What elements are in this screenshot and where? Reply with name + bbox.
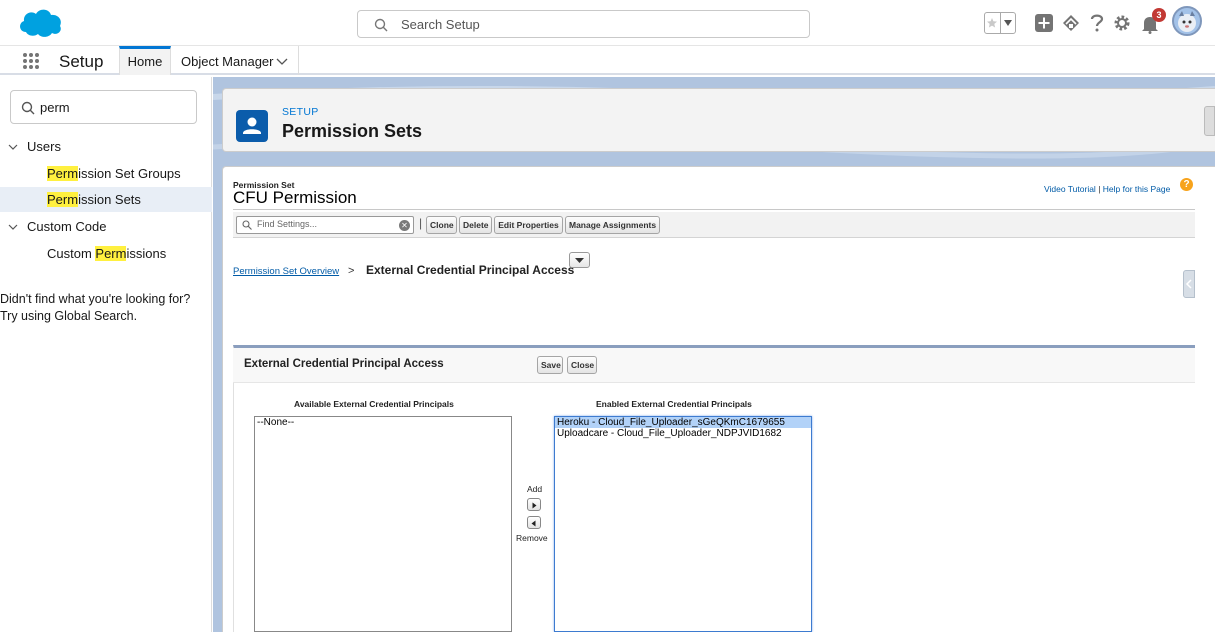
help-for-page-link[interactable]: Help for this Page — [1103, 184, 1171, 194]
page-header — [222, 88, 1215, 152]
help-line: Didn't find what you're looking for? — [0, 292, 191, 306]
scroll-handle[interactable] — [1204, 106, 1215, 136]
help-icon[interactable]: ? — [1180, 178, 1193, 191]
list-option[interactable]: --None-- — [255, 417, 511, 428]
chevron-down-icon[interactable] — [276, 57, 288, 67]
edit-section-title: External Credential Principal Access — [244, 358, 444, 370]
record-name: CFU Permission — [233, 188, 357, 207]
search-highlight: Perm — [47, 166, 79, 181]
triangle-left-icon — [531, 520, 536, 527]
sidebar-item-permission-set-groups[interactable]: Permission Set Groups — [0, 161, 212, 186]
breadcrumb-dropdown[interactable] — [569, 252, 590, 268]
search-placeholder: Search Setup — [401, 17, 480, 32]
tab-object-manager[interactable]: Object Manager — [181, 54, 274, 69]
plus-icon[interactable] — [1035, 14, 1053, 32]
app-launcher-icon[interactable] — [22, 52, 40, 70]
chevron-left-icon — [1185, 279, 1192, 289]
delete-button[interactable]: Delete — [459, 216, 492, 234]
sidebar-help-text: Didn't find what you're looking for? Try… — [0, 291, 205, 325]
add-label: Add — [527, 484, 543, 494]
gear-icon[interactable] — [1113, 14, 1131, 32]
chevron-down-icon — [575, 258, 584, 263]
help-line: Try using Global Search. — [0, 309, 138, 323]
sidebar-item-label: issions — [126, 246, 167, 261]
find-settings-placeholder: Find Settings... — [257, 219, 318, 229]
manage-assignments-button[interactable]: Manage Assignments — [565, 216, 660, 234]
page-header-kicker: SETUP — [282, 106, 319, 118]
sidebar-item-label: ission Set Groups — [78, 166, 181, 181]
search-icon — [242, 220, 252, 230]
search-highlight: Perm — [47, 192, 79, 207]
enabled-column-header: Enabled External Credential Principals — [596, 399, 752, 409]
triangle-right-icon — [532, 502, 537, 509]
salesforce-cloud-logo[interactable] — [16, 6, 64, 40]
chevron-down-icon[interactable] — [1001, 13, 1016, 33]
side-panel-toggle[interactable] — [1183, 270, 1195, 298]
list-option[interactable]: Uploadcare - Cloud_File_Uploader_NDPJVID… — [555, 428, 811, 439]
divider — [233, 209, 1195, 210]
toolbar-separator: | — [419, 216, 423, 230]
notification-count-badge: 3 — [1152, 8, 1166, 22]
help-links: Video Tutorial | Help for this Page — [1044, 184, 1170, 194]
list-option[interactable]: Heroku - Cloud_File_Uploader_sGeQKmC1679… — [555, 417, 811, 428]
add-arrow-button[interactable] — [527, 498, 541, 511]
clear-icon[interactable]: ✕ — [399, 220, 410, 231]
search-icon — [374, 18, 388, 32]
sidebar-item-custom-permissions[interactable]: Custom Permissions — [0, 241, 212, 266]
find-settings-input[interactable]: Find Settings... ✕ — [236, 216, 414, 234]
app-name: Setup — [59, 52, 104, 71]
available-column-header: Available External Credential Principals — [294, 399, 454, 409]
sidebar-item-label: ission Sets — [78, 192, 141, 207]
avatar[interactable] — [1172, 6, 1202, 36]
search-highlight: Perm — [95, 246, 127, 261]
breadcrumb-separator: > — [348, 265, 355, 277]
video-tutorial-link[interactable]: Video Tutorial — [1044, 184, 1096, 194]
remove-label: Remove — [516, 533, 548, 543]
chevron-down-icon[interactable] — [8, 222, 18, 232]
sidebar-item-permission-sets[interactable]: Permission Sets — [0, 187, 212, 212]
save-button[interactable]: Save — [537, 356, 563, 374]
favorites-button[interactable] — [984, 12, 1016, 34]
help-icon[interactable] — [1090, 13, 1104, 33]
clone-button[interactable]: Clone — [426, 216, 457, 234]
quick-find-value: perm — [40, 100, 70, 115]
trailhead-icon[interactable] — [1061, 13, 1081, 33]
breadcrumb-current: External Credential Principal Access — [366, 263, 575, 277]
quick-find-input[interactable]: perm — [10, 90, 197, 124]
page-title: Permission Sets — [282, 121, 423, 141]
permission-set-icon — [236, 110, 268, 142]
chevron-down-icon[interactable] — [8, 142, 18, 152]
star-icon[interactable] — [985, 13, 1001, 33]
tree-node-users[interactable]: Users — [0, 134, 212, 159]
tree-node-label: Users — [27, 139, 61, 154]
tab-home[interactable]: Home — [119, 46, 171, 75]
global-header: Search Setup 3 — [0, 0, 1215, 46]
remove-arrow-button[interactable] — [527, 516, 541, 529]
close-button[interactable]: Close — [567, 356, 597, 374]
tree-node-label: Custom Code — [27, 219, 107, 234]
global-search-input[interactable]: Search Setup — [357, 10, 810, 38]
breadcrumb-link[interactable]: Permission Set Overview — [233, 266, 339, 277]
sidebar-item-label: Custom — [47, 246, 96, 261]
available-principals-listbox[interactable]: --None-- — [254, 416, 512, 632]
nav-divider — [298, 46, 299, 75]
tree-node-custom-code[interactable]: Custom Code — [0, 214, 212, 239]
edit-properties-button[interactable]: Edit Properties — [494, 216, 563, 234]
search-icon — [21, 101, 35, 115]
link-separator: | — [1098, 184, 1101, 194]
enabled-principals-listbox[interactable]: Heroku - Cloud_File_Uploader_sGeQKmC1679… — [554, 416, 812, 632]
